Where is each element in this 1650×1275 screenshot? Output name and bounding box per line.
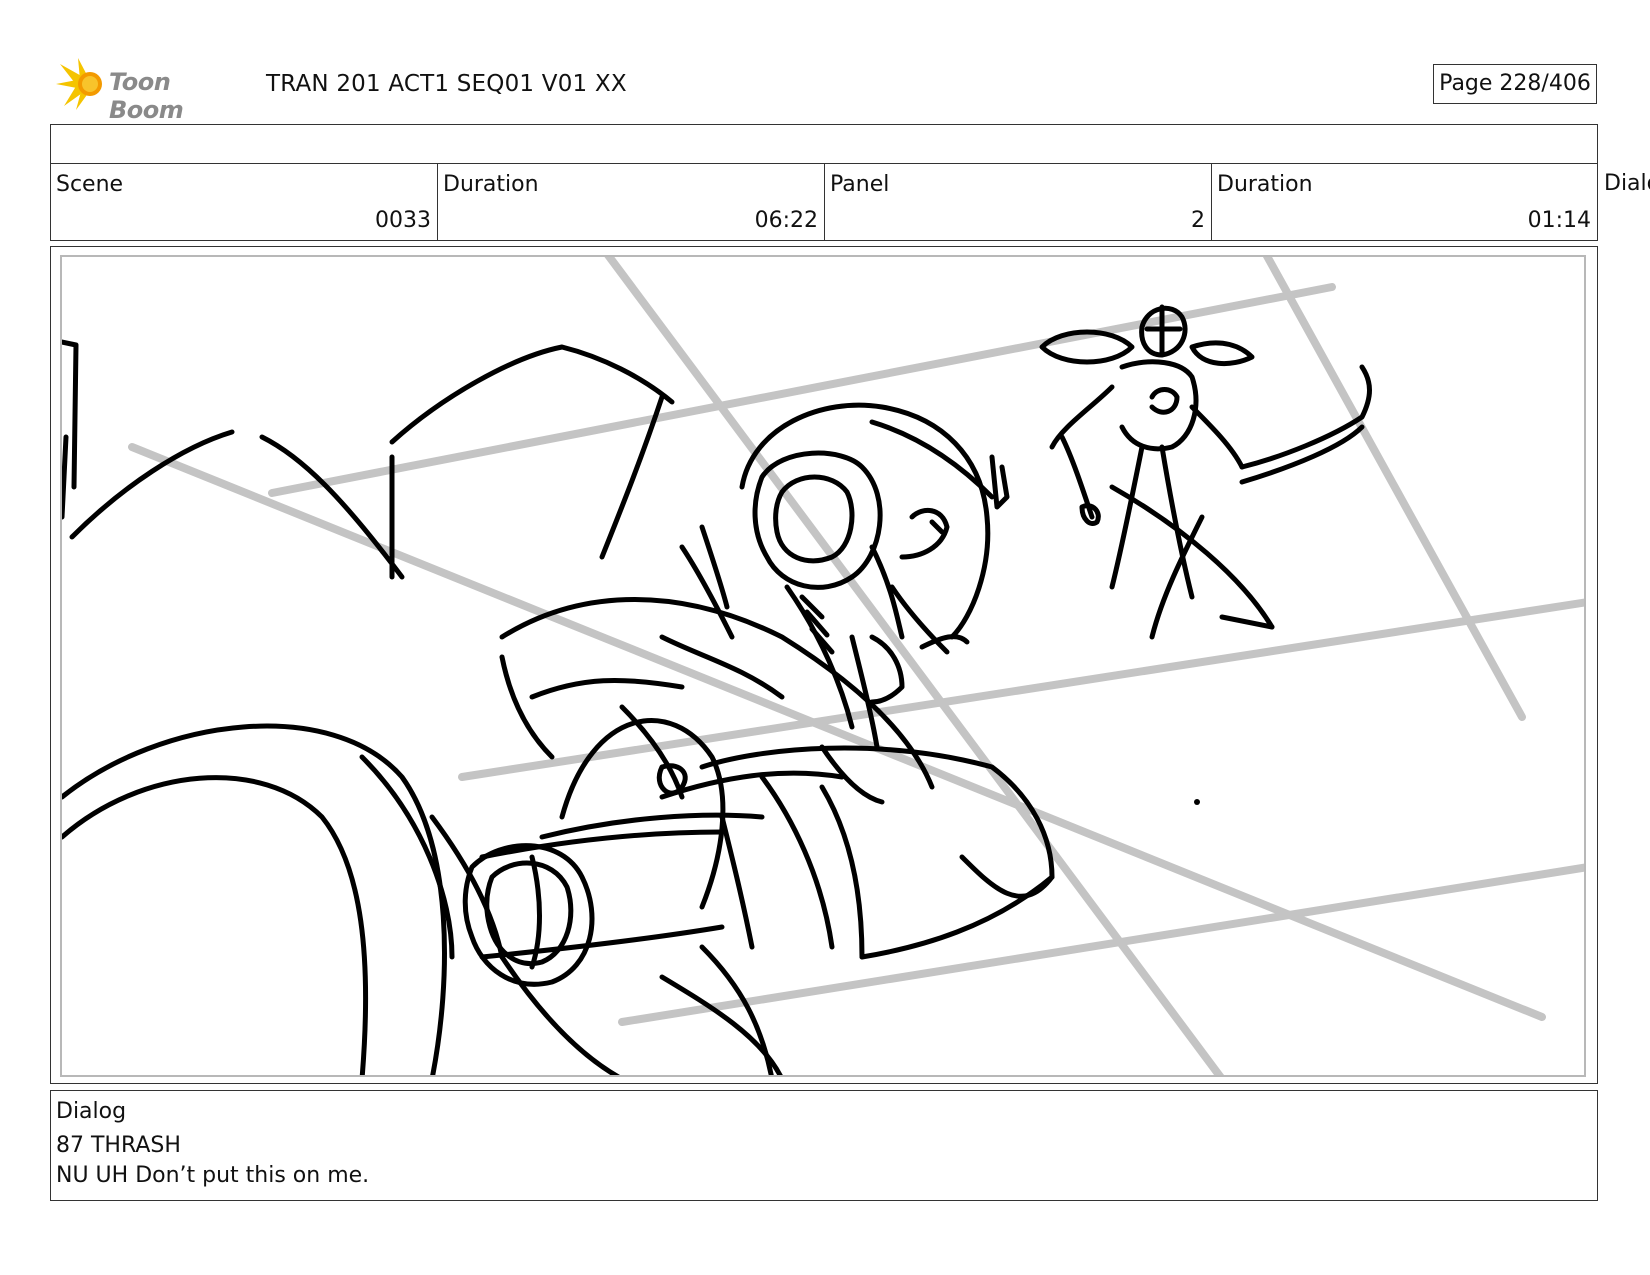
burst-icon: [56, 58, 102, 110]
scene-value: 0033: [375, 208, 431, 233]
scene-duration-value: 06:22: [754, 208, 818, 233]
dialog-box: Dialog 87 THRASH NU UH Don’t put this on…: [50, 1090, 1598, 1201]
scene-label: Scene: [56, 172, 124, 197]
scene-duration-cell: Duration 06:22: [437, 163, 825, 241]
storyboard-panel-image: [60, 255, 1586, 1077]
scene-duration-label: Duration: [443, 172, 539, 197]
page-indicator: Page 228/406: [1433, 64, 1597, 104]
storyboard-sketch: [62, 257, 1584, 1075]
panel-value: 2: [1191, 208, 1205, 233]
toon-boom-logo: Toon Boom: [52, 58, 252, 124]
panel-duration-label: Duration: [1217, 172, 1313, 197]
panel-duration-cell: Duration 01:14: [1211, 163, 1598, 241]
document-title: TRAN 201 ACT1 SEQ01 V01 XX: [266, 71, 627, 97]
dialog-line-text: NU UH Don’t put this on me.: [56, 1163, 370, 1188]
cut-off-dialog-header: Dialo: [1604, 171, 1650, 196]
dialog-line-character: 87 THRASH: [56, 1133, 181, 1158]
blank-header-row: [50, 124, 1598, 164]
character-sketch: [62, 304, 1372, 1075]
panel-duration-value: 01:14: [1527, 208, 1591, 233]
panel-cell: Panel 2: [824, 163, 1212, 241]
dialog-label: Dialog: [56, 1099, 127, 1124]
panel-label: Panel: [830, 172, 890, 197]
logo-wordmark: Toon Boom: [109, 68, 184, 124]
scene-cell: Scene 0033: [50, 163, 438, 241]
